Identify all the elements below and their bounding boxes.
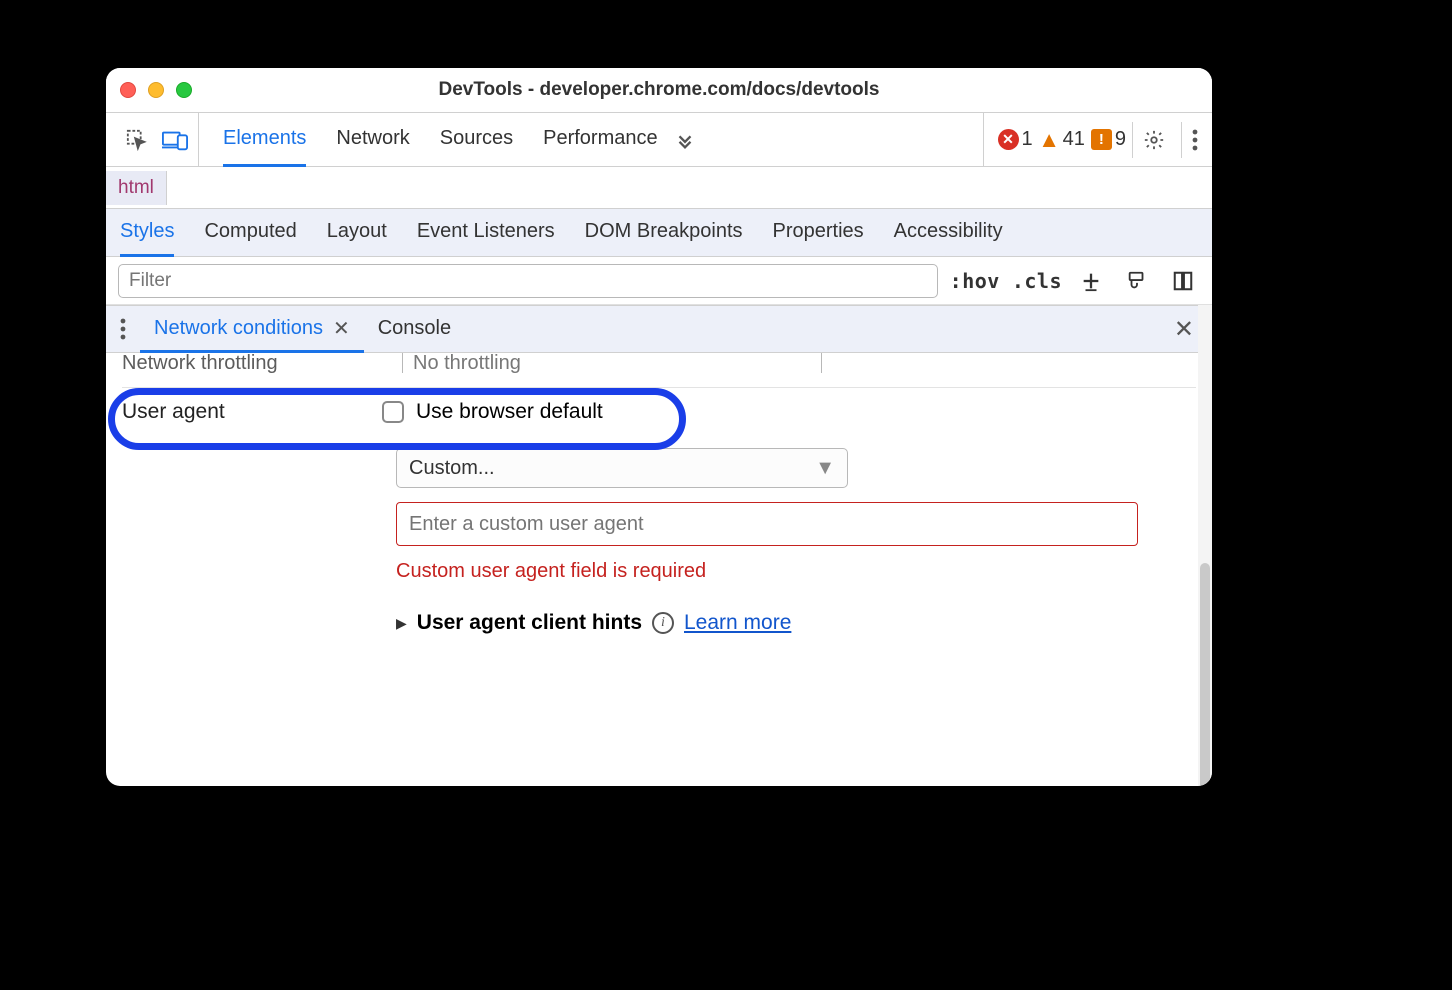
inspect-icon[interactable]: [126, 129, 148, 151]
more-tabs-button[interactable]: [658, 113, 712, 166]
subtab-layout[interactable]: Layout: [327, 209, 387, 257]
scrollbar-thumb[interactable]: [1200, 563, 1210, 786]
user-agent-select[interactable]: Custom... ▼: [396, 448, 848, 488]
device-toggle-icon[interactable]: [162, 129, 188, 151]
client-hints-label: User agent client hints: [417, 611, 642, 635]
error-icon: ✕: [998, 129, 1019, 150]
toolbar-status: ✕ 1 ▲ 41 ! 9: [983, 113, 1213, 166]
more-menu-button[interactable]: [1181, 122, 1208, 158]
new-style-rule-button[interactable]: [1074, 270, 1108, 292]
drawer-tabs: Network conditions ✕ Console ✕: [106, 305, 1212, 353]
warning-icon: ▲: [1039, 129, 1060, 150]
main-toolbar: Elements Network Sources Performance ✕ 1…: [106, 112, 1212, 167]
checkbox-icon: [382, 401, 404, 423]
divider: [122, 387, 1196, 388]
styles-toolbar: :hov .cls: [106, 257, 1212, 305]
issues-icon: !: [1091, 129, 1112, 150]
subtab-properties[interactable]: Properties: [773, 209, 864, 257]
tab-sources[interactable]: Sources: [440, 113, 513, 167]
styles-filter-input[interactable]: [118, 264, 938, 298]
use-browser-default-checkbox[interactable]: Use browser default: [382, 400, 603, 424]
settings-button[interactable]: [1132, 122, 1175, 158]
titlebar: DevTools - developer.chrome.com/docs/dev…: [106, 68, 1212, 112]
user-agent-label: User agent: [122, 400, 382, 424]
traffic-lights: [120, 82, 192, 98]
crumb-html[interactable]: html: [106, 171, 167, 205]
warnings-badge[interactable]: ▲ 41: [1039, 128, 1085, 151]
user-agent-error: Custom user agent field is required: [396, 560, 1196, 583]
drawer-tab-network-conditions[interactable]: Network conditions ✕: [140, 306, 364, 353]
custom-user-agent-input[interactable]: [396, 502, 1138, 546]
minimize-window-button[interactable]: [148, 82, 164, 98]
paint-flashing-icon[interactable]: [1120, 270, 1154, 292]
tab-performance[interactable]: Performance: [543, 113, 658, 167]
user-agent-controls: Custom... ▼ Custom user agent field is r…: [396, 448, 1196, 635]
subtab-dom-breakpoints[interactable]: DOM Breakpoints: [585, 209, 743, 257]
dom-breadcrumb: html: [106, 167, 1212, 209]
issues-badge[interactable]: ! 9: [1091, 128, 1126, 151]
throttling-row: Network throttling No throttling: [122, 353, 1196, 373]
client-hints-row: ▶ User agent client hints i Learn more: [396, 611, 1196, 635]
user-agent-row: User agent Use browser default: [122, 400, 1196, 424]
tab-network[interactable]: Network: [336, 113, 409, 167]
throttling-label: Network throttling: [122, 353, 372, 373]
elements-subtabs: Styles Computed Layout Event Listeners D…: [106, 209, 1212, 257]
window-title: DevTools - developer.chrome.com/docs/dev…: [106, 79, 1212, 101]
disclosure-triangle-icon[interactable]: ▶: [396, 615, 407, 632]
drawer: Network conditions ✕ Console ✕ Network t…: [106, 305, 1212, 786]
subtab-accessibility[interactable]: Accessibility: [894, 209, 1003, 257]
devtools-window: DevTools - developer.chrome.com/docs/dev…: [106, 68, 1212, 786]
drawer-menu-button[interactable]: [106, 306, 140, 352]
close-tab-icon[interactable]: ✕: [333, 316, 350, 341]
learn-more-link[interactable]: Learn more: [684, 611, 791, 635]
tab-elements[interactable]: Elements: [223, 113, 306, 167]
throttling-select[interactable]: No throttling: [402, 353, 822, 373]
drawer-tab-console[interactable]: Console: [364, 306, 465, 353]
info-icon[interactable]: i: [652, 612, 674, 634]
network-conditions-panel: Network throttling No throttling User ag…: [106, 353, 1212, 786]
subtab-styles[interactable]: Styles: [120, 209, 174, 257]
hover-toggle[interactable]: :hov: [950, 269, 1000, 293]
subtab-event-listeners[interactable]: Event Listeners: [417, 209, 555, 257]
subtab-computed[interactable]: Computed: [204, 209, 296, 257]
computed-panel-icon[interactable]: [1166, 270, 1200, 292]
panel-tabs: Elements Network Sources Performance: [209, 113, 658, 166]
zoom-window-button[interactable]: [176, 82, 192, 98]
cls-toggle[interactable]: .cls: [1012, 269, 1062, 293]
close-window-button[interactable]: [120, 82, 136, 98]
dropdown-caret-icon: ▼: [815, 457, 835, 480]
errors-badge[interactable]: ✕ 1: [998, 128, 1033, 151]
